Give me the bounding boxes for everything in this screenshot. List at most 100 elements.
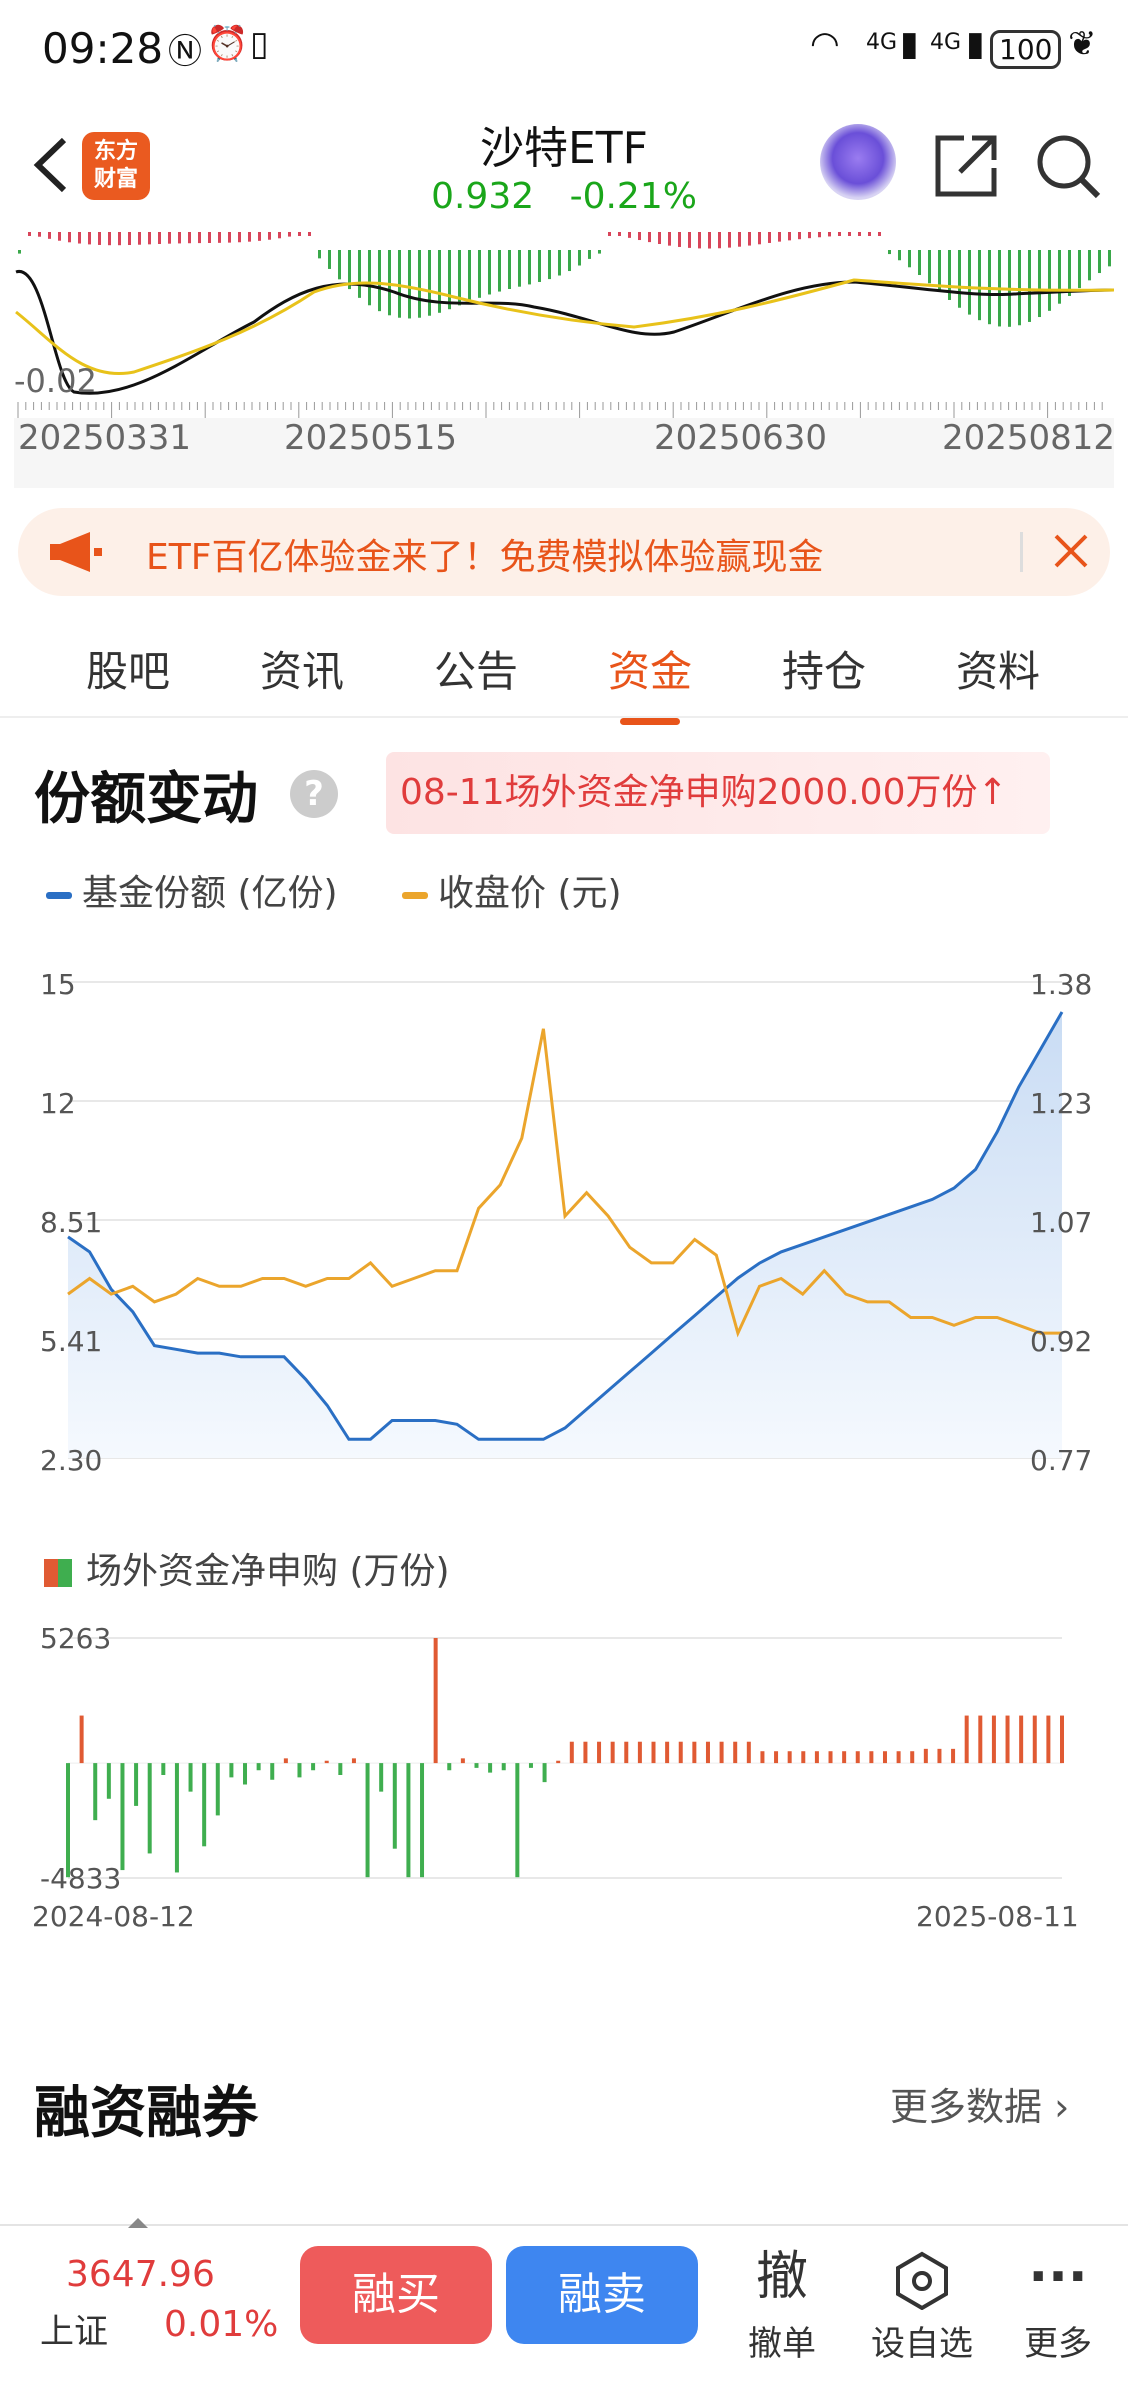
assistant-avatar-icon[interactable] — [820, 124, 896, 200]
close-icon[interactable] — [1048, 528, 1094, 574]
macd-bar — [538, 250, 541, 282]
flow-bar — [66, 1763, 70, 1878]
add-watchlist-button[interactable]: 设自选 — [862, 2242, 982, 2365]
flow-bar — [733, 1741, 738, 1764]
macd-bar — [878, 232, 881, 236]
margin-buy-button[interactable]: 融买 — [300, 2246, 492, 2344]
tab-capital-label: 资金 — [607, 647, 692, 696]
share-icon[interactable] — [930, 130, 1002, 202]
macd-bar — [1038, 250, 1041, 318]
macd-bar — [198, 232, 201, 244]
index-change[interactable]: 0.01% — [164, 2304, 278, 2345]
tab-announcements[interactable]: 公告 — [406, 638, 546, 699]
promo-banner[interactable]: ETF百亿体验金来了！免费模拟体验赢现金 — [18, 508, 1110, 596]
left-axis-tick: 12 — [40, 1087, 76, 1120]
flow-bar — [1019, 1715, 1024, 1764]
badge-text: 08-11场外资金净申购2000.00万份 — [400, 772, 978, 813]
macd-bar — [978, 250, 981, 321]
flow-bar — [978, 1715, 983, 1764]
tab-holdings[interactable]: 持仓 — [754, 638, 894, 699]
macd-bar — [958, 250, 961, 308]
macd-bar — [608, 232, 611, 236]
section-title-margin: 融资融券 — [34, 2081, 258, 2146]
macd-bar — [688, 232, 691, 248]
right-axis-tick: 1.07 — [1030, 1206, 1092, 1239]
flow-bar — [842, 1751, 847, 1764]
legend-shares-label: 基金份额 (亿份) — [82, 873, 338, 914]
y-axis-tick: 5263 — [40, 1622, 111, 1655]
flow-bar — [324, 1760, 329, 1764]
flow-bar — [610, 1741, 615, 1764]
tab-capital[interactable]: 资金 — [580, 638, 720, 725]
macd-bar — [328, 250, 331, 269]
flow-bar — [93, 1763, 98, 1821]
tab-bar: 股吧 资讯 公告 资金 持仓 资料 — [0, 614, 1128, 725]
macd-bar — [768, 232, 771, 243]
divider — [1020, 532, 1023, 572]
macd-bar — [98, 232, 101, 245]
macd-bar — [178, 232, 181, 244]
macd-bar — [448, 250, 451, 310]
watchlist-icon — [862, 2242, 982, 2312]
macd-bar — [678, 232, 681, 247]
macd-bar — [628, 232, 631, 238]
more-data-link[interactable]: 更多数据 › — [890, 2076, 1069, 2131]
macd-bar — [738, 232, 741, 247]
flow-bar — [447, 1763, 452, 1771]
tab-guba[interactable]: 股吧 — [58, 638, 198, 699]
flow-bar — [787, 1751, 792, 1764]
shares-area — [68, 1012, 1062, 1458]
net-subscription-bar-chart[interactable]: 5263 -4833 2024-08-12 2025-08-11 — [0, 1610, 1128, 1940]
macd-bar — [1108, 250, 1111, 267]
index-name[interactable]: 上证 — [40, 2304, 108, 2353]
flow-bar — [433, 1638, 438, 1764]
macd-bar — [208, 232, 211, 243]
margin-sell-button[interactable]: 融卖 — [506, 2246, 698, 2344]
help-icon[interactable]: ? — [290, 770, 338, 818]
more-button[interactable]: ··· 更多 — [998, 2242, 1118, 2365]
macd-bar — [268, 232, 271, 240]
macd-bar — [88, 232, 91, 245]
macd-bar — [128, 232, 131, 246]
index-value[interactable]: 3647.96 — [66, 2254, 215, 2295]
fund-share-chart[interactable]: 15 1.38 12 1.23 8.51 1.07 5.41 0.92 2.30 0.77 — [0, 940, 1128, 1480]
macd-bar — [78, 232, 81, 244]
macd-bar — [428, 250, 431, 316]
flow-bar — [202, 1763, 207, 1847]
macd-bar — [388, 250, 391, 316]
tab-news[interactable]: 资讯 — [232, 638, 372, 699]
kline-date: 20250812 — [942, 418, 1116, 458]
expand-caret-icon[interactable] — [128, 2218, 148, 2228]
y-axis-tick: -4833 — [40, 1862, 121, 1895]
section-title-share-change: 份额变动 — [34, 767, 258, 832]
flow-bar — [882, 1751, 887, 1764]
macd-bar — [808, 232, 811, 239]
flow-bar — [624, 1741, 629, 1764]
flow-bar — [869, 1751, 874, 1764]
active-tab-indicator — [620, 718, 680, 725]
flow-bar — [256, 1763, 261, 1771]
cancel-order-button[interactable]: 撤 撤单 — [722, 2242, 842, 2365]
flow-bar — [556, 1760, 561, 1764]
macd-bar — [288, 232, 291, 237]
macd-bar — [158, 232, 161, 244]
macd-bar — [358, 250, 361, 298]
legend-swatch-orange — [402, 891, 428, 899]
macd-bar — [278, 232, 281, 239]
flow-bar — [637, 1741, 642, 1764]
flow-bar — [120, 1763, 125, 1871]
left-axis-tick: 15 — [40, 968, 76, 1001]
flow-bar — [597, 1741, 602, 1764]
macd-bar — [18, 250, 21, 254]
tab-profile[interactable]: 资料 — [928, 638, 1068, 699]
vibrate-icon: ▯ — [250, 24, 269, 64]
up-arrow-icon: ↑ — [977, 772, 1008, 813]
flow-bar — [583, 1741, 588, 1764]
macd-bar — [58, 232, 61, 241]
legend-close: 收盘价 (元) — [402, 864, 622, 916]
kline-date: 20250331 — [18, 418, 192, 458]
flow-bar — [351, 1758, 356, 1764]
macd-bar — [598, 250, 601, 254]
flow-bar — [501, 1763, 506, 1771]
search-icon[interactable] — [1032, 130, 1104, 202]
